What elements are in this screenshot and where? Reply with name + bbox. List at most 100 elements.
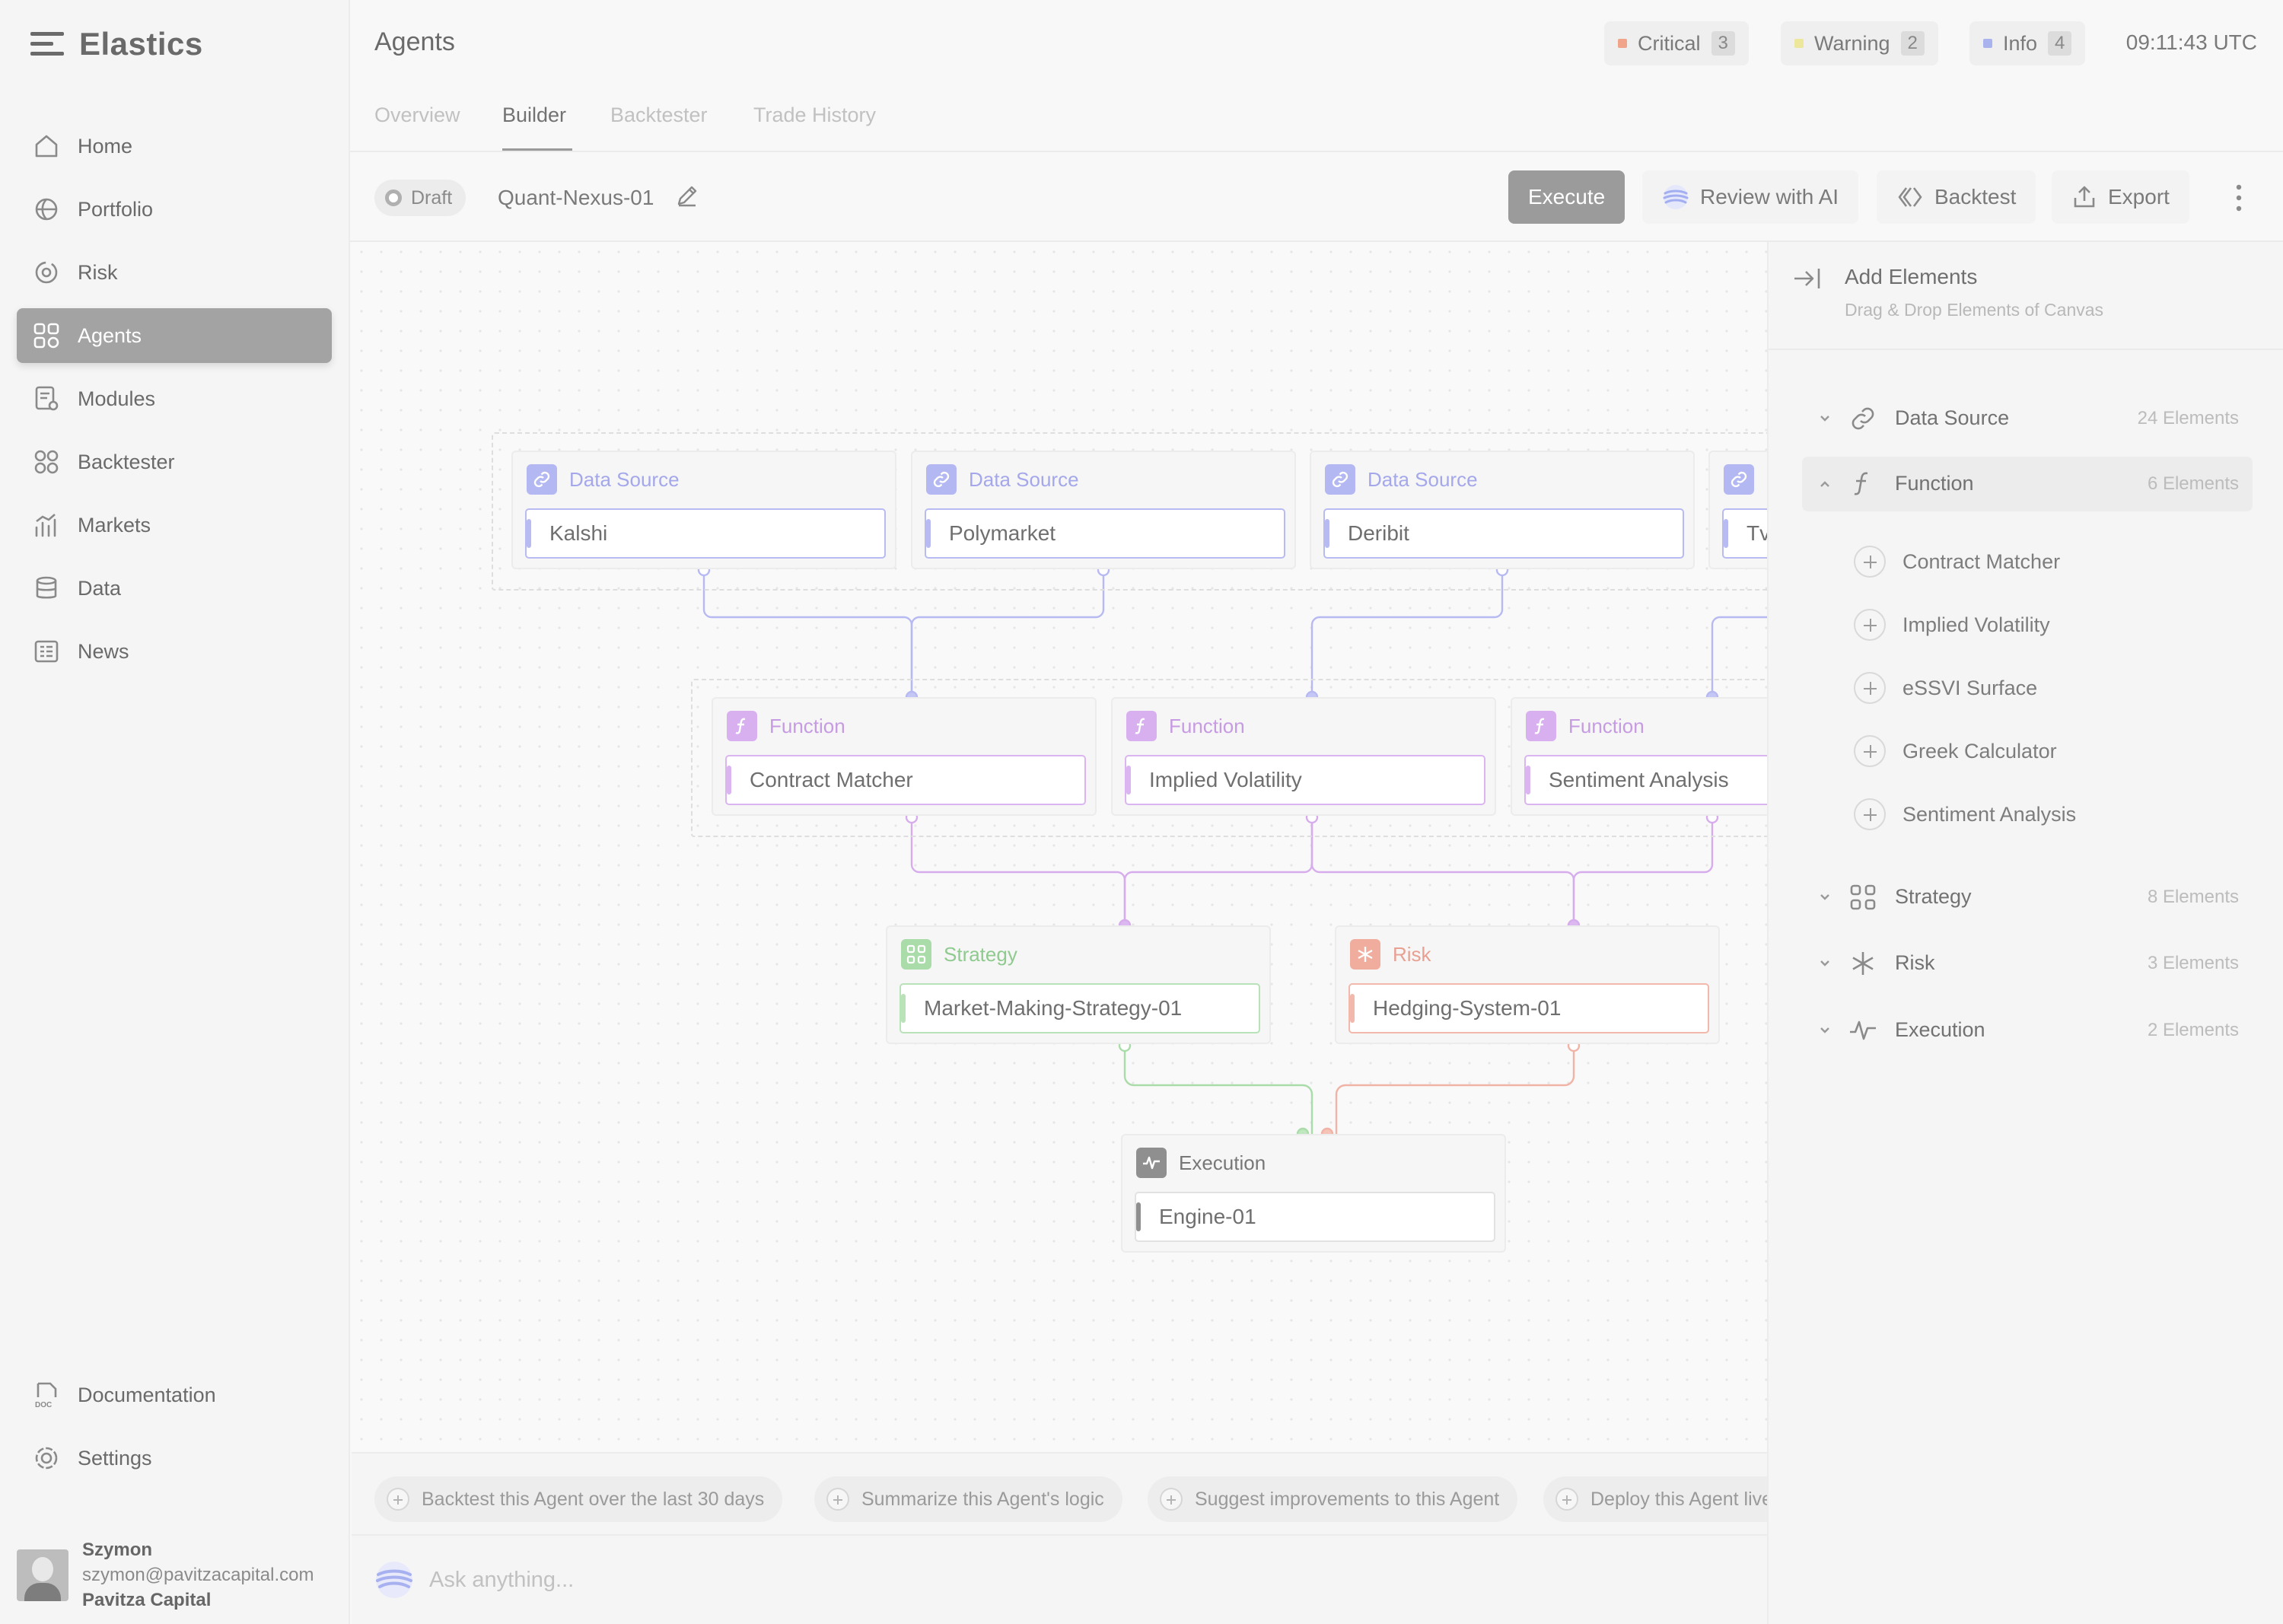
page-title: Agents xyxy=(374,27,455,56)
node-value-field[interactable]: Contract Matcher xyxy=(725,755,1086,805)
sidebar-item-news[interactable]: News xyxy=(17,624,332,679)
export-label: Export xyxy=(2108,185,2170,209)
node-connections xyxy=(697,563,1767,1141)
category-function[interactable]: Function 6 Elements xyxy=(1802,457,2253,511)
builder-canvas[interactable]: Data Source Kalshi Data Source Polymarke… xyxy=(352,242,1767,1452)
category-strategy[interactable]: Strategy 8 Elements xyxy=(1802,870,2253,925)
sidebar-item-documentation[interactable]: DOC Documentation xyxy=(17,1368,332,1422)
strategy-node[interactable]: Strategy Market-Making-Strategy-01 xyxy=(886,925,1271,1044)
function-item-label: eSSVI Surface xyxy=(1902,676,2038,699)
add-icon[interactable] xyxy=(1854,672,1886,704)
execute-button[interactable]: Execute xyxy=(1508,170,1625,224)
function-node-contract-matcher[interactable]: Function Contract Matcher xyxy=(712,697,1097,816)
home-icon xyxy=(35,135,58,158)
doc-icon: DOC xyxy=(35,1382,57,1409)
sidebar-item-risk[interactable]: Risk xyxy=(17,245,332,300)
add-icon[interactable] xyxy=(1854,609,1886,641)
alert-info[interactable]: Info 4 xyxy=(1969,21,2086,65)
alert-warning[interactable]: Warning 2 xyxy=(1781,21,1938,65)
suggestion-chip[interactable]: Backtest this Agent over the last 30 day… xyxy=(374,1476,783,1522)
category-risk[interactable]: Risk 3 Elements xyxy=(1802,936,2253,991)
sidebar-item-label: Agents xyxy=(78,323,142,347)
tab-builder[interactable]: Builder xyxy=(502,103,566,127)
category-data-source[interactable]: Data Source 24 Elements xyxy=(1802,391,2253,446)
sidebar-item-backtester[interactable]: Backtester xyxy=(17,435,332,489)
suggestion-chip[interactable]: Suggest improvements to this Agent xyxy=(1148,1476,1518,1522)
node-value: Engine-01 xyxy=(1159,1205,1256,1228)
backtest-button[interactable]: Backtest xyxy=(1877,170,2036,224)
alert-critical[interactable]: Critical 3 xyxy=(1604,21,1749,65)
review-label: Review with AI xyxy=(1700,185,1839,209)
function-item-essvi-surface[interactable]: eSSVI Surface xyxy=(1854,667,2037,709)
data-source-node-kalshi[interactable]: Data Source Kalshi xyxy=(511,451,896,569)
function-node-sentiment-analysis[interactable]: Function Sentiment Analysis xyxy=(1511,697,1767,816)
menu-icon[interactable] xyxy=(30,30,65,58)
sidebar-item-modules[interactable]: Modules xyxy=(17,371,332,426)
node-value: Contract Matcher xyxy=(750,768,913,791)
data-source-node-partial[interactable]: Tv xyxy=(1708,451,1767,569)
category-count: 6 Elements xyxy=(2147,473,2239,494)
export-button[interactable]: Export xyxy=(2052,170,2189,224)
node-value-field[interactable]: Engine-01 xyxy=(1135,1192,1495,1242)
node-header: Function xyxy=(1526,711,1645,741)
add-icon[interactable] xyxy=(1854,735,1886,767)
app-name: Elastics xyxy=(79,26,203,62)
agent-name: Quant-Nexus-01 xyxy=(498,186,654,209)
sidebar-item-portfolio[interactable]: Portfolio xyxy=(17,182,332,237)
app-logo[interactable]: Elastics xyxy=(30,26,203,62)
node-value-field[interactable]: Hedging-System-01 xyxy=(1348,983,1709,1033)
node-value-field[interactable]: Tv xyxy=(1722,508,1767,559)
ask-input[interactable] xyxy=(428,1559,1721,1601)
tab-overview[interactable]: Overview xyxy=(374,103,460,127)
function-item-implied-volatility[interactable]: Implied Volatility xyxy=(1854,603,2050,646)
category-count: 24 Elements xyxy=(2137,408,2239,428)
more-options-icon[interactable] xyxy=(2225,180,2253,216)
node-value-field[interactable]: Implied Volatility xyxy=(1125,755,1485,805)
node-value: Implied Volatility xyxy=(1149,768,1302,791)
execution-node[interactable]: Execution Engine-01 xyxy=(1121,1134,1506,1253)
review-with-ai-button[interactable]: Review with AI xyxy=(1642,170,1859,224)
ask-divider xyxy=(352,1534,1767,1536)
tab-trade-history[interactable]: Trade History xyxy=(753,103,876,127)
category-count: 8 Elements xyxy=(2147,887,2239,907)
status-label: Draft xyxy=(411,186,453,209)
function-item-sentiment-analysis[interactable]: Sentiment Analysis xyxy=(1854,793,2076,836)
chevron-down-icon xyxy=(1820,1027,1829,1033)
sidebar-item-agents[interactable]: Agents xyxy=(17,308,332,363)
node-value: Tv xyxy=(1746,521,1767,545)
node-value-field[interactable]: Sentiment Analysis xyxy=(1524,755,1767,805)
sidebar-item-label: Settings xyxy=(78,1446,152,1470)
modules-icon xyxy=(35,386,59,411)
node-header xyxy=(1724,464,1754,495)
node-value-field[interactable]: Deribit xyxy=(1323,508,1684,559)
strategy-icon xyxy=(1850,884,1876,910)
add-icon[interactable] xyxy=(1854,798,1886,830)
suggestion-chip[interactable]: Deploy this Agent live xyxy=(1543,1476,1767,1522)
user-profile[interactable]: Szymon szymon@pavitzacapital.com Pavitza… xyxy=(17,1537,314,1613)
category-execution[interactable]: Execution 2 Elements xyxy=(1802,1003,2253,1058)
data-source-node-polymarket[interactable]: Data Source Polymarket xyxy=(911,451,1296,569)
suggestion-chip[interactable]: Summarize this Agent's logic xyxy=(814,1476,1122,1522)
sidebar-item-data[interactable]: Data xyxy=(17,561,332,616)
node-value-field[interactable]: Market-Making-Strategy-01 xyxy=(900,983,1260,1033)
sidebar-item-label: Markets xyxy=(78,513,151,537)
sidebar-item-home[interactable]: Home xyxy=(17,119,332,174)
risk-node[interactable]: Risk Hedging-System-01 xyxy=(1335,925,1720,1044)
data-source-node-deribit[interactable]: Data Source Deribit xyxy=(1310,451,1695,569)
sidebar-item-markets[interactable]: Markets xyxy=(17,498,332,552)
edit-icon[interactable] xyxy=(674,183,700,209)
function-node-implied-volatility[interactable]: Function Implied Volatility xyxy=(1111,697,1496,816)
node-value: Market-Making-Strategy-01 xyxy=(924,996,1183,1020)
sidebar-item-label: Documentation xyxy=(78,1383,216,1406)
collapse-panel-icon[interactable] xyxy=(1791,265,1825,292)
function-item-contract-matcher[interactable]: Contract Matcher xyxy=(1854,540,2060,583)
node-value-field[interactable]: Polymarket xyxy=(925,508,1285,559)
panel-subtitle: Drag & Drop Elements of Canvas xyxy=(1845,300,2104,320)
add-icon[interactable] xyxy=(1854,546,1886,578)
function-item-greek-calculator[interactable]: Greek Calculator xyxy=(1854,730,2057,772)
sidebar-item-settings[interactable]: Settings xyxy=(17,1431,332,1485)
tab-backtester[interactable]: Backtester xyxy=(610,103,708,127)
node-value: Kalshi xyxy=(549,521,608,545)
info-indicator-icon xyxy=(1983,39,1992,48)
node-value-field[interactable]: Kalshi xyxy=(525,508,886,559)
